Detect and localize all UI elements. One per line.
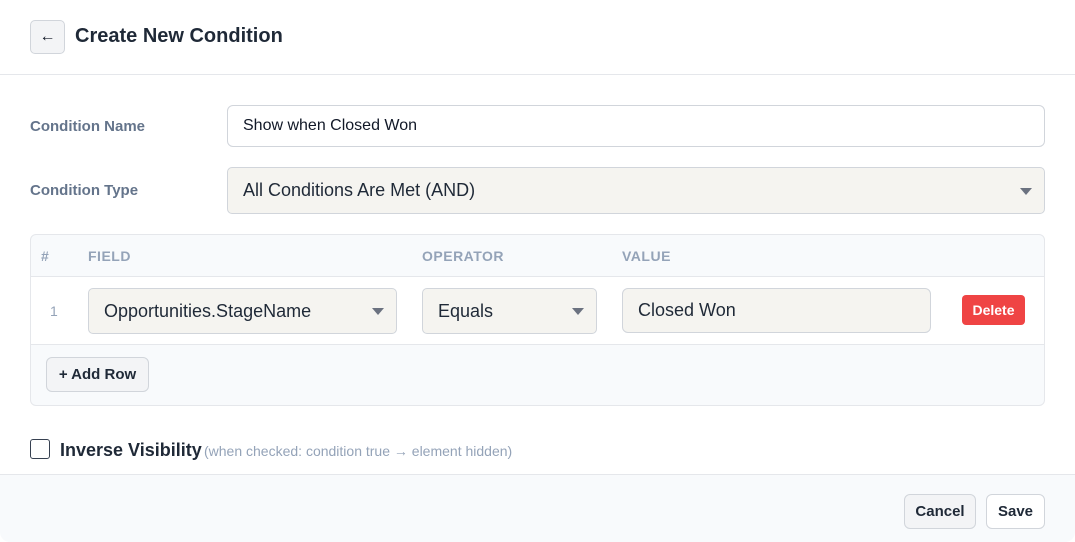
operator-select-value: Equals [438,300,494,321]
cancel-button[interactable]: Cancel [904,494,976,529]
dialog-footer: Cancel Save [0,474,1075,542]
condition-type-value: All Conditions Are Met (AND) [243,180,476,200]
delete-row-button[interactable]: Delete [962,295,1025,325]
back-button[interactable]: ← [30,20,65,54]
dialog-header: ← Create New Condition [0,0,1075,75]
value-input-text: Closed Won [638,300,736,320]
operator-select[interactable]: Equals [422,288,597,334]
row-number: 1 [50,303,58,319]
condition-type-label: Condition Type [30,182,139,199]
chevron-down-icon [1020,187,1032,195]
inverse-visibility-label[interactable]: Inverse Visibility [60,440,202,461]
column-header-field: FIELD [88,248,131,264]
condition-name-input[interactable]: Show when Closed Won [227,105,1045,147]
column-header-value: VALUE [622,248,671,264]
column-header-operator: OPERATOR [422,248,505,264]
field-select-value: Opportunities.StageName [104,300,312,321]
inverse-visibility-hint: (when checked: condition true → element … [204,443,513,459]
condition-type-select[interactable]: All Conditions Are Met (AND) [227,167,1045,214]
chevron-down-icon [372,308,384,315]
add-row-button[interactable]: + Add Row [46,357,149,392]
create-condition-dialog: ← Create New Condition Condition Name Sh… [0,0,1075,542]
arrow-left-icon: ← [39,28,56,45]
inverse-visibility-checkbox[interactable] [30,439,50,459]
value-input[interactable]: Closed Won [622,288,931,333]
table-row: 1 Opportunities.StageName Equals Closed … [31,276,1044,345]
column-header-number: # [41,248,50,264]
chevron-down-icon [572,308,584,315]
dialog-title: Create New Condition [75,25,283,47]
condition-name-value: Show when Closed Won [243,117,418,134]
condition-name-label: Condition Name [30,118,145,135]
conditions-table: # FIELD OPERATOR VALUE 1 Opportunities.S… [30,234,1045,406]
field-select[interactable]: Opportunities.StageName [88,288,397,334]
save-button[interactable]: Save [986,494,1045,529]
